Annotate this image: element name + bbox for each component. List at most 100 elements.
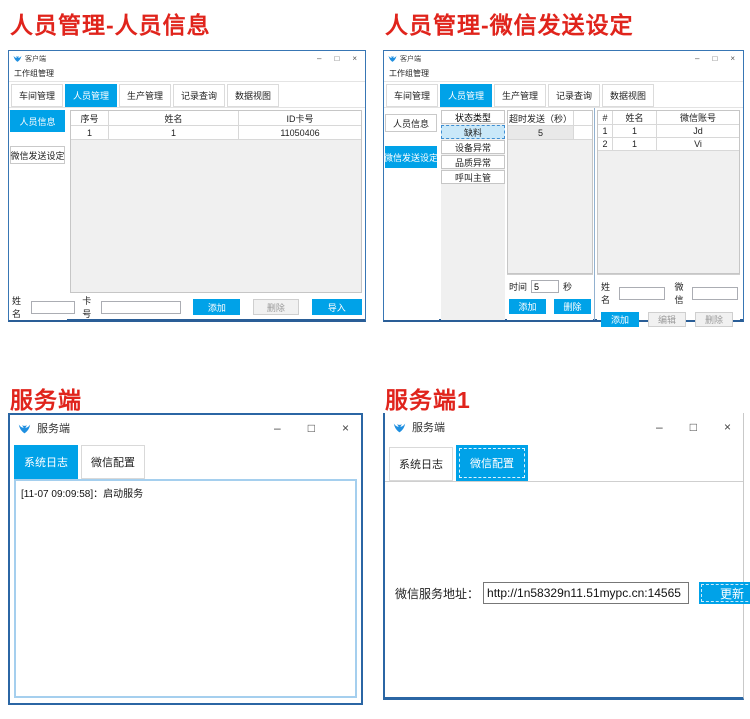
add-button[interactable]: 添加 [509, 299, 546, 314]
col-header-index[interactable]: # [598, 111, 613, 124]
cell-name: 1 [613, 138, 657, 150]
cell-name: 1 [109, 126, 239, 139]
status-item-quality-abnormal[interactable]: 品质异常 [441, 155, 505, 169]
tab-wechat-config[interactable]: 微信配置 [456, 445, 528, 481]
server-tab-strip: 系统日志 微信配置 [10, 441, 361, 479]
close-button[interactable]: × [342, 421, 349, 435]
tab-system-log[interactable]: 系统日志 [14, 445, 78, 479]
window-title: 客户端 [400, 54, 692, 64]
cell-empty [574, 126, 592, 139]
cell-seq: 1 [71, 126, 109, 139]
sidebar: 人员信息 微信发送设定 [384, 108, 439, 320]
table-row[interactable]: 1 1 11050406 [71, 126, 361, 140]
add-button[interactable]: 添加 [601, 312, 639, 327]
app-logo-icon [388, 54, 397, 63]
edit-button[interactable]: 编辑 [648, 312, 686, 327]
col-header-name[interactable]: 姓名 [109, 111, 239, 125]
tab-workshop-management[interactable]: 车间管理 [11, 84, 63, 107]
minimize-button[interactable]: – [695, 55, 699, 63]
cell-index: 2 [598, 138, 613, 150]
menu-item-workgroup-management[interactable]: 工作组管理 [389, 68, 429, 79]
screenshot-canvas: 人员管理-人员信息 人员管理-微信发送设定 服务端 服务端1 客户端 – □ ×… [0, 0, 750, 719]
maximize-button[interactable]: □ [712, 55, 717, 63]
status-item-call-supervisor[interactable]: 呼叫主管 [441, 170, 505, 184]
sidebar-item-personnel-info[interactable]: 人员信息 [10, 110, 65, 132]
tab-data-view[interactable]: 数据视图 [602, 84, 654, 107]
col-header-seq[interactable]: 序号 [71, 111, 109, 125]
sidebar-item-wechat-send-setting[interactable]: 微信发送设定 [10, 146, 65, 164]
titlebar: 客户端 – □ × [9, 51, 365, 66]
footer-controls: 姓名 卡号 添加 删除 导入 [12, 297, 362, 317]
window-controls: – □ × [274, 421, 349, 435]
sidebar-item-personnel-info[interactable]: 人员信息 [385, 114, 437, 132]
card-input[interactable] [101, 301, 181, 314]
col-header-name[interactable]: 姓名 [613, 111, 657, 124]
tab-personnel-management[interactable]: 人员管理 [65, 84, 117, 107]
col-header-timeout-send[interactable]: 超时发送（秒） [508, 111, 574, 125]
minimize-button[interactable]: – [274, 421, 281, 435]
cell-index: 1 [598, 125, 613, 137]
tab-workshop-management[interactable]: 车间管理 [386, 84, 438, 107]
table-row[interactable]: 1 1 Jd [598, 125, 739, 138]
delete-button[interactable]: 删除 [253, 299, 298, 315]
tab-record-query[interactable]: 记录查询 [548, 84, 600, 107]
minimize-button[interactable]: – [656, 420, 663, 434]
timeout-table: 超时发送（秒） 5 [507, 110, 593, 274]
wechat-service-address-label: 微信服务地址： [395, 585, 479, 602]
close-button[interactable]: × [730, 55, 735, 63]
sidebar-item-wechat-send-setting[interactable]: 微信发送设定 [385, 146, 437, 168]
name-input[interactable] [31, 301, 75, 314]
table-row[interactable]: 5 [508, 126, 592, 140]
maximize-button[interactable]: □ [308, 421, 315, 435]
table-empty-area [508, 140, 592, 273]
system-log-textarea[interactable]: [11-07 09:09:58]：启动服务 [14, 479, 357, 698]
tab-personnel-management[interactable]: 人员管理 [440, 84, 492, 107]
server-tab-strip: 系统日志 微信配置 [385, 441, 743, 481]
minimize-button[interactable]: – [317, 55, 321, 63]
cell-name: 1 [613, 125, 657, 137]
table-header-row: 超时发送（秒） [508, 111, 592, 126]
status-item-equipment-abnormal[interactable]: 设备异常 [441, 140, 505, 154]
window-controls: – □ × [695, 55, 735, 63]
window-title: 服务端 [37, 420, 268, 436]
delete-button[interactable]: 删除 [695, 312, 733, 327]
titlebar: 服务端 – □ × [385, 413, 743, 441]
window-controls: – □ × [656, 420, 731, 434]
main-tab-strip: 车间管理 人员管理 生产管理 记录查询 数据视图 [384, 82, 743, 108]
col-header-id-card[interactable]: ID卡号 [239, 111, 361, 125]
import-button[interactable]: 导入 [312, 299, 362, 315]
titlebar: 客户端 – □ × [384, 51, 743, 66]
tab-content-wechat-send: 人员信息 微信发送设定 状态类型 缺料 设备异常 品质异常 呼叫主管 超时发送（… [384, 108, 743, 320]
close-button[interactable]: × [352, 55, 357, 63]
tab-wechat-config[interactable]: 微信配置 [81, 445, 145, 479]
tab-record-query[interactable]: 记录查询 [173, 84, 225, 107]
tab-production-management[interactable]: 生产管理 [119, 84, 171, 107]
cell-wechat-account: Jd [657, 125, 739, 137]
col-header-wechat-account[interactable]: 微信账号 [657, 111, 739, 124]
time-input[interactable] [531, 280, 559, 293]
table-header-row: 序号 姓名 ID卡号 [71, 111, 361, 126]
col-header-empty [574, 111, 592, 125]
delete-button[interactable]: 删除 [554, 299, 591, 314]
timeout-section: 超时发送（秒） 5 时间 秒 添加 [507, 110, 593, 320]
status-item-missing-material[interactable]: 缺料 [441, 125, 505, 139]
wechat-input[interactable] [692, 287, 738, 300]
add-button[interactable]: 添加 [193, 299, 240, 315]
tab-production-management[interactable]: 生产管理 [494, 84, 546, 107]
maximize-button[interactable]: □ [334, 55, 339, 63]
server-window-wechat-config: 服务端 – □ × 系统日志 微信配置 微信服务地址： 更新 [383, 413, 744, 700]
name-input[interactable] [619, 287, 665, 300]
close-button[interactable]: × [724, 420, 731, 434]
sidebar: 人员信息 微信发送设定 [9, 108, 67, 320]
wechat-account-section: # 姓名 微信账号 1 1 Jd 2 1 Vi [597, 110, 740, 320]
maximize-button[interactable]: □ [690, 420, 697, 434]
main-tab-strip: 车间管理 人员管理 生产管理 记录查询 数据视图 [9, 82, 365, 108]
table-row[interactable]: 2 1 Vi [598, 138, 739, 151]
client-window-wechat-send: 客户端 – □ × 工作组管理 车间管理 人员管理 生产管理 记录查询 数据视图… [383, 50, 744, 322]
app-logo-icon [393, 421, 406, 434]
menu-item-workgroup-management[interactable]: 工作组管理 [14, 68, 54, 79]
wechat-service-address-input[interactable] [483, 582, 689, 604]
tab-system-log[interactable]: 系统日志 [389, 447, 453, 481]
update-button[interactable]: 更新 [699, 582, 750, 604]
tab-data-view[interactable]: 数据视图 [227, 84, 279, 107]
